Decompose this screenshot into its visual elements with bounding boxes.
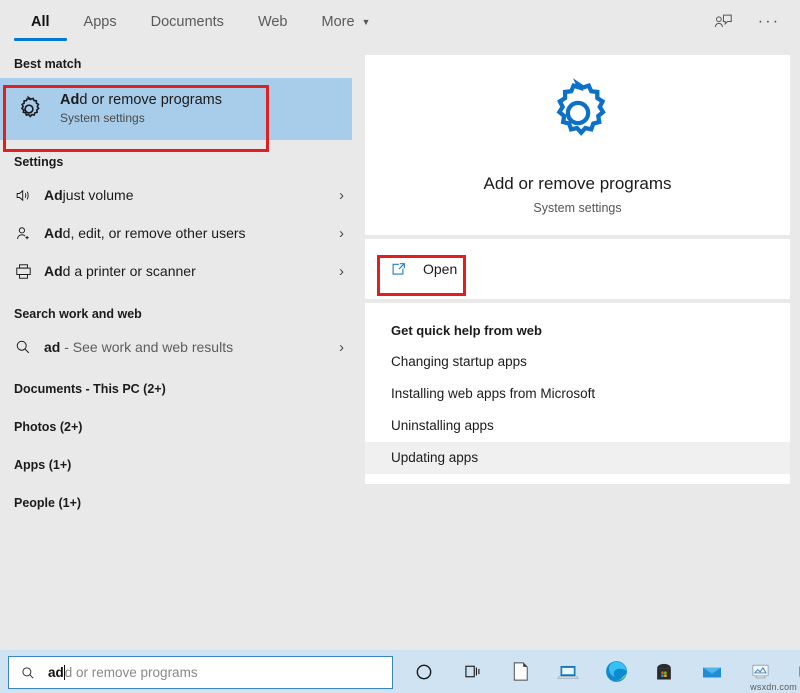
preview-subtitle: System settings [533,201,621,215]
search-flyout: All Apps Documents Web More ▼ [0,0,800,650]
web-search-label: ad - See work and web results [44,339,331,355]
tab-apps[interactable]: Apps [67,0,134,44]
external-link-icon [389,260,423,279]
chevron-right-icon[interactable]: › [339,339,344,356]
chevron-down-icon: ▼ [362,0,371,44]
remote-desktop-icon[interactable] [544,650,592,693]
user-add-icon [14,224,44,243]
quick-help-item-updating-apps[interactable]: Updating apps [365,442,790,474]
tab-apps-label: Apps [84,14,117,30]
category-photos[interactable]: Photos (2+) [0,408,358,446]
watermark: wsxdn.com [750,682,797,692]
preview-title: Add or remove programs [483,174,671,194]
category-documents-this-pc[interactable]: Documents - This PC (2+) [0,370,358,408]
printer-icon [14,262,44,281]
cortana-icon[interactable] [400,650,448,693]
web-search-suggestion[interactable]: ad - See work and web results › [0,328,358,366]
open-button-label: Open [423,261,457,277]
best-match-title: Add or remove programs [60,91,222,110]
settings-item-adjust-volume[interactable]: Adjust volume › [0,176,358,214]
best-match-subtitle: System settings [60,109,222,127]
gear-icon [14,94,60,124]
best-match-header: Best match [0,50,358,78]
quick-help-item-installing-web-apps[interactable]: Installing web apps from Microsoft [365,378,790,410]
tab-all[interactable]: All [14,0,67,44]
best-match-text: Add or remove programs System settings [60,91,222,128]
search-input-text: add or remove programs [48,665,198,680]
settings-item-label: Add, edit, or remove other users [44,225,331,241]
tab-documents-label: Documents [151,14,224,30]
preview-hero-card: Add or remove programs System settings [365,55,790,235]
search-suggestion-rest: d or remove programs [65,665,198,680]
preview-pane: Add or remove programs System settings O… [365,55,790,635]
search-typed-value: ad [48,665,64,680]
search-icon [20,665,36,681]
chevron-right-icon[interactable]: › [339,225,344,242]
microsoft-edge-icon[interactable] [592,650,640,693]
tab-web[interactable]: Web [241,0,305,44]
settings-item-add-edit-remove-users[interactable]: Add, edit, or remove other users › [0,214,358,252]
tab-list: All Apps Documents Web More ▼ [0,0,387,44]
taskbar-icon-list [400,650,800,693]
quick-help-title: Get quick help from web [365,317,790,346]
feedback-person-icon[interactable] [706,5,740,39]
ellipsis-icon[interactable]: ··· [752,5,786,39]
best-match-result-add-or-remove-programs[interactable]: Add or remove programs System settings [0,78,352,140]
category-apps[interactable]: Apps (1+) [0,446,358,484]
best-match-title-rest: d or remove programs [79,92,222,108]
quick-help-item-changing-startup-apps[interactable]: Changing startup apps [365,346,790,378]
task-view-icon[interactable] [448,650,496,693]
tab-all-label: All [31,14,50,30]
ellipsis-glyph: ··· [758,14,781,30]
windows-search-screen: All Apps Documents Web More ▼ [0,0,800,693]
tab-documents[interactable]: Documents [134,0,241,44]
quick-help-card: Get quick help from web Changing startup… [365,303,790,484]
taskbar-search-input[interactable]: add or remove programs [8,656,393,689]
search-icon [14,338,44,356]
chevron-right-icon[interactable]: › [339,187,344,204]
search-filter-tabbar: All Apps Documents Web More ▼ [0,0,800,50]
settings-item-label: Adjust volume [44,187,331,203]
open-button[interactable]: Open [365,239,790,299]
tab-more[interactable]: More ▼ [305,0,388,44]
best-match-title-bold: Ad [60,92,79,108]
quick-help-item-uninstalling-apps[interactable]: Uninstalling apps [365,410,790,442]
volume-icon [14,186,44,205]
results-pane: Best match Add or remove programs System… [0,50,358,650]
file-explorer-document-icon[interactable] [496,650,544,693]
gear-icon [540,75,616,156]
settings-group-header: Settings [0,148,358,176]
settings-item-label: Add a printer or scanner [44,263,331,279]
chevron-right-icon[interactable]: › [339,263,344,280]
tab-web-label: Web [258,14,288,30]
category-people[interactable]: People (1+) [0,484,358,522]
settings-item-add-printer-or-scanner[interactable]: Add a printer or scanner › [0,252,358,290]
tab-more-label: More [322,14,355,30]
mail-icon[interactable] [688,650,736,693]
search-work-and-web-header: Search work and web [0,300,358,328]
tabbar-actions: ··· [706,0,800,44]
microsoft-store-icon[interactable] [640,650,688,693]
